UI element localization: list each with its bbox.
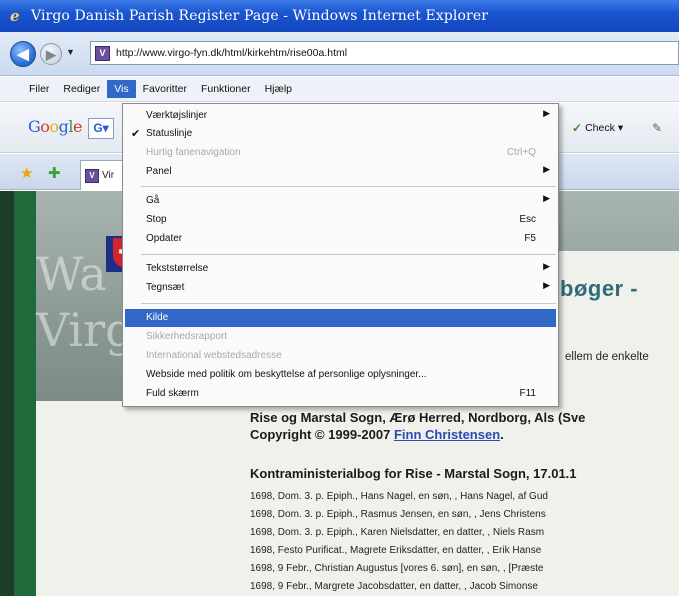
menu-favoritter[interactable]: Favoritter xyxy=(136,80,194,98)
menu-hjaelp[interactable]: Hjælp xyxy=(258,80,299,98)
menu-item-toolbars[interactable]: Værktøjslinjer ▶ xyxy=(125,107,556,125)
menu-item-security-report: Sikkerhedsrapport xyxy=(125,328,556,346)
address-bar-row: ◀ ▶ ▼ V http://www.virgo-fyn.dk/html/kir… xyxy=(0,32,679,76)
menu-item-label: Statuslinje xyxy=(146,128,193,139)
author-link[interactable]: Finn Christensen xyxy=(394,427,500,442)
submenu-arrow-icon: ▶ xyxy=(543,108,550,118)
menu-item-shortcut: Esc xyxy=(519,214,536,225)
menu-item-privacy-policy[interactable]: Webside med politik om beskyttelse af pe… xyxy=(125,366,556,384)
menu-item-panel[interactable]: Panel ▶ xyxy=(125,163,556,181)
window-title-bar: e Virgo Danish Parish Register Page - Wi… xyxy=(0,0,679,32)
intro-text: ellem de enkelte xyxy=(565,351,649,363)
address-input[interactable]: V http://www.virgo-fyn.dk/html/kirkehtm/… xyxy=(90,41,679,65)
copyright-line: Copyright © 1999-2007 Finn Christensen. xyxy=(250,426,585,443)
menu-separator xyxy=(141,303,556,304)
menu-item-label: Tekststørrelse xyxy=(146,263,209,274)
tab-favicon-icon: V xyxy=(85,168,99,183)
menu-item-shortcut: Ctrl+Q xyxy=(506,147,536,158)
menu-item-quick-tabs: Hurtig fanenavigation Ctrl+Q xyxy=(125,144,556,162)
menu-item-refresh[interactable]: Opdater F5 xyxy=(125,230,556,248)
menu-item-international-address: International webstedsadresse xyxy=(125,347,556,365)
record-row: 1698, 9 Febr., Margrete Jacobsdatter, en… xyxy=(250,581,538,592)
checkmark-icon: ✔ xyxy=(131,128,141,140)
menu-item-label: Sikkerhedsrapport xyxy=(146,331,228,342)
menu-item-label: International webstedsadresse xyxy=(146,350,282,361)
menu-item-label: Hurtig fanenavigation xyxy=(146,147,241,158)
menu-item-label: Gå xyxy=(146,195,160,206)
tab-label: Vir xyxy=(102,170,115,181)
record-row: 1698, Festo Purificat., Magrete Eriksdat… xyxy=(250,545,542,556)
record-row: 1698, Dom. 3. p. Epiph., Hans Nagel, en … xyxy=(250,491,548,502)
menu-vis[interactable]: Vis xyxy=(107,80,136,98)
check-label: Check xyxy=(585,122,615,134)
history-dropdown-icon[interactable]: ▼ xyxy=(66,47,75,57)
submenu-arrow-icon: ▶ xyxy=(543,193,550,203)
check-button[interactable]: ✓ Check ▾ xyxy=(572,121,623,135)
view-menu-dropdown: Værktøjslinjer ▶ ✔ Statuslinje Hurtig fa… xyxy=(122,103,559,407)
spellcheck-icon: ✓ xyxy=(572,121,583,135)
menu-item-stop[interactable]: Stop Esc xyxy=(125,211,556,229)
record-row: 1698, Dom. 3. p. Epiph., Rasmus Jensen, … xyxy=(250,509,546,520)
submenu-arrow-icon: ▶ xyxy=(543,280,550,290)
record-row: 1698, 9 Febr., Christian Augustus [vores… xyxy=(250,563,544,574)
url-text: http://www.virgo-fyn.dk/html/kirkehtm/ri… xyxy=(116,47,348,59)
menu-item-shortcut: F11 xyxy=(519,388,537,399)
favorites-star-icon[interactable]: ★ xyxy=(20,164,33,182)
menu-item-label: Værktøjslinjer xyxy=(146,110,208,121)
submenu-arrow-icon: ▶ xyxy=(543,261,550,271)
menu-item-label: Webside med politik om beskyttelse af pe… xyxy=(146,369,427,380)
menu-item-go[interactable]: Gå ▶ xyxy=(125,192,556,210)
submenu-arrow-icon: ▶ xyxy=(543,164,550,174)
parish-title: Rise og Marstal Sogn, Ærø Herred, Nordbo… xyxy=(250,410,586,425)
forward-button[interactable]: ▶ xyxy=(40,43,62,65)
menu-funktioner[interactable]: Funktioner xyxy=(194,80,258,98)
menu-bar: Filer Rediger Vis Favoritter Funktioner … xyxy=(0,77,679,102)
add-favorite-icon[interactable]: ✚ xyxy=(48,164,61,182)
page-heading: bøger - xyxy=(560,276,639,301)
menu-item-shortcut: F5 xyxy=(524,233,536,244)
menu-item-label: Opdater xyxy=(146,233,183,244)
menu-item-statusbar[interactable]: ✔ Statuslinje xyxy=(125,125,556,143)
google-logo: Google xyxy=(28,117,82,136)
google-search-button[interactable]: G▾ xyxy=(88,118,114,139)
left-frame-border xyxy=(0,191,14,596)
copyright-suffix: . xyxy=(500,427,504,442)
menu-item-label: Kilde xyxy=(146,312,169,323)
menu-separator xyxy=(141,254,556,255)
menu-filer[interactable]: Filer xyxy=(22,80,56,98)
back-button[interactable]: ◀ xyxy=(10,41,36,67)
menu-item-source[interactable]: Kilde xyxy=(125,309,556,327)
chevron-down-icon: ▾ xyxy=(617,122,624,134)
menu-separator xyxy=(141,186,556,187)
record-row: 1698, Dom. 3. p. Epiph., Karen Nielsdatt… xyxy=(250,527,545,538)
copyright-block: Rise og Marstal Sogn, Ærø Herred, Nordbo… xyxy=(250,409,585,443)
section-title: Kontraministerialbog for Rise - Marstal … xyxy=(250,466,577,481)
copyright-prefix: Copyright © 1999-2007 xyxy=(250,427,394,442)
site-favicon-icon: V xyxy=(95,45,110,61)
menu-item-label: Panel xyxy=(146,166,172,177)
pencil-icon[interactable]: ✎ xyxy=(652,121,662,135)
internet-explorer-icon: e xyxy=(10,7,20,25)
menu-item-full-screen[interactable]: Fuld skærm F11 xyxy=(125,385,556,403)
menu-item-label: Fuld skærm xyxy=(146,388,199,399)
records-list: 1698, Dom. 3. p. Epiph., Hans Nagel, en … xyxy=(250,488,548,596)
menu-item-label: Stop xyxy=(146,214,167,225)
menu-item-text-size[interactable]: Tekststørrelse ▶ xyxy=(125,260,556,278)
menu-item-label: Tegnsæt xyxy=(146,282,185,293)
menu-item-encoding[interactable]: Tegnsæt ▶ xyxy=(125,279,556,297)
menu-rediger[interactable]: Rediger xyxy=(56,80,107,98)
green-band xyxy=(14,191,36,596)
window-title: Virgo Danish Parish Register Page - Wind… xyxy=(31,8,488,24)
